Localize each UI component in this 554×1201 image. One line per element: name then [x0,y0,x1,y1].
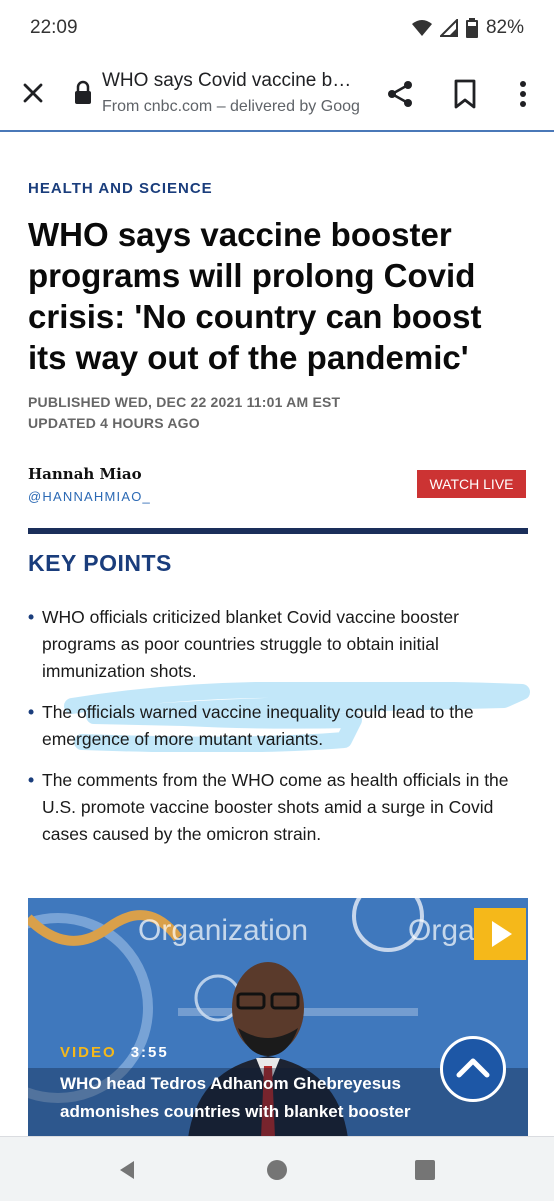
watch-live-button[interactable]: WATCH LIVE [417,470,526,498]
battery-icon [465,18,478,38]
section-label[interactable]: HEALTH AND SCIENCE [28,180,213,197]
video-card[interactable]: Organization Organ VIDEO 3:55 WHO head Te… [28,898,528,1138]
back-icon[interactable] [116,1159,138,1181]
more-vert-icon[interactable] [508,78,538,110]
bookmark-icon[interactable] [450,78,480,110]
page-title[interactable]: WHO says Covid vaccine booster programs … [102,70,360,92]
list-item: • The officials warned vaccine inequalit… [28,699,528,753]
status-bar: 22:09 82% [0,0,554,56]
bullet: • [28,770,35,790]
key-points-title: KEY POINTS [28,550,172,576]
key-points-divider [28,528,528,534]
cell-signal-icon [439,19,458,37]
bullet: • [28,607,35,627]
status-time: 22:09 [30,17,78,38]
share-icon[interactable] [384,78,416,110]
key-points-list: • WHO officials criticized blanket Covid… [28,604,528,862]
wifi-icon [411,20,432,36]
key-point-text: The officials warned vaccine inequality … [42,702,474,749]
bullet: • [28,702,35,722]
article-headline: WHO says vaccine booster programs will p… [28,216,482,376]
updated-date: UPDATED 4 HOURS AGO [28,415,200,431]
scroll-to-top-button[interactable] [440,1036,506,1102]
video-duration: 3:55 [130,1044,169,1061]
article-dates: PUBLISHED WED, DEC 22 2021 11:01 AM EST … [28,392,340,434]
lock-icon [75,80,91,104]
recent-apps-icon[interactable] [414,1159,436,1181]
published-date: PUBLISHED WED, DEC 22 2021 11:01 AM EST [28,394,341,410]
video-play-button[interactable] [474,908,526,960]
author-handle[interactable]: @HANNAHMIAO_ [28,489,151,504]
status-icons: 82% [411,17,524,39]
browser-toolbar: WHO says Covid vaccine booster programs … [0,56,554,132]
video-label: VIDEO 3:55 [60,1044,169,1061]
play-icon [492,921,512,947]
battery-percent: 82% [485,17,524,38]
home-icon[interactable] [266,1159,288,1181]
author-name[interactable]: Hannah Miao [28,465,142,483]
chevron-up-icon [456,1058,490,1078]
list-item: • The comments from the WHO come as heal… [28,767,528,848]
list-item: • WHO officials criticized blanket Covid… [28,604,528,685]
key-point-text: WHO officials criticized blanket Covid v… [42,607,459,681]
video-tag: VIDEO [60,1044,117,1061]
video-caption[interactable]: WHO head Tedros Adhanom Ghebreyesus admo… [60,1070,470,1126]
backdrop-text-left: Organization [138,914,309,947]
system-nav-bar [0,1136,554,1201]
page-source: From cnbc.com – delivered by Google [102,98,360,115]
close-icon[interactable] [18,78,48,108]
key-point-text: The comments from the WHO come as health… [42,770,509,844]
